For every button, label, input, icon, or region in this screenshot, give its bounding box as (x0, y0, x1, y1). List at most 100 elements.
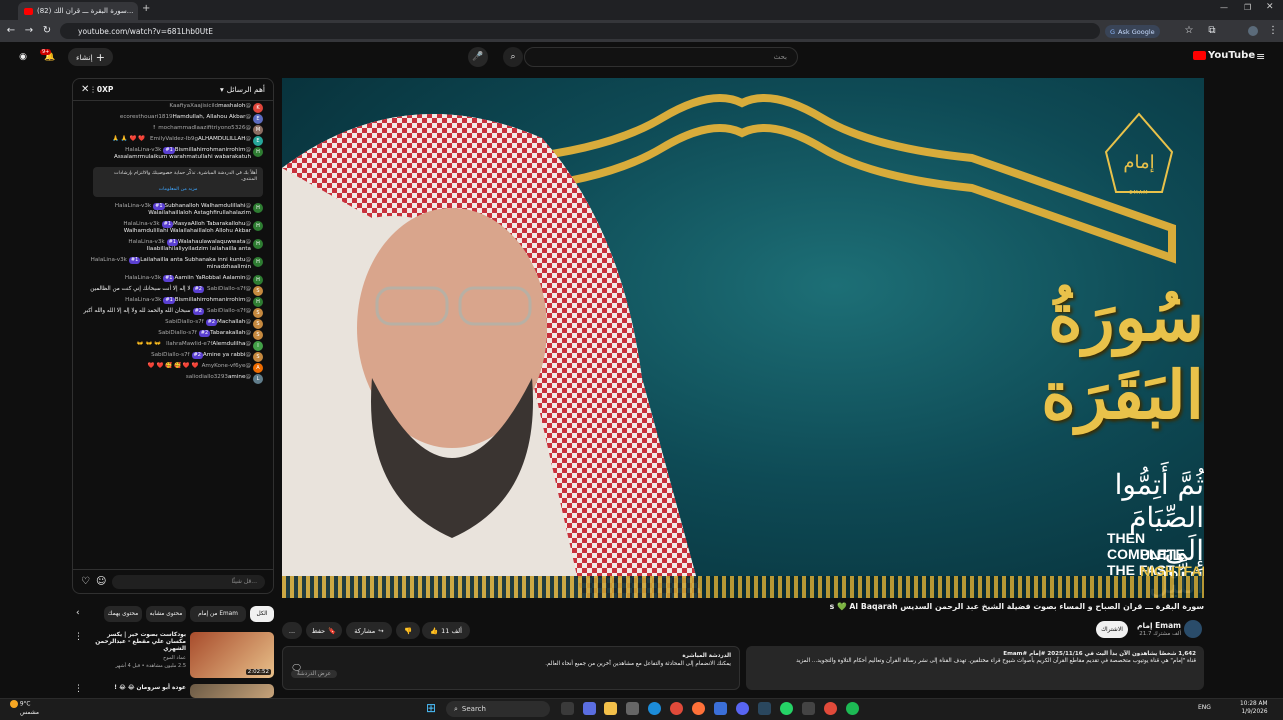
steam-icon[interactable] (758, 702, 771, 715)
chat-avatar[interactable]: H (253, 203, 263, 213)
firefox-icon[interactable] (692, 702, 705, 715)
whatsapp-icon[interactable] (780, 702, 793, 715)
related-thumbnail-2[interactable] (190, 684, 274, 698)
hamburger-menu-icon[interactable]: ≡ (1256, 50, 1265, 63)
chat-input[interactable]: قل شيئًا... (112, 574, 265, 589)
ask-google-button[interactable]: G Ask Google (1105, 25, 1160, 38)
notice-text: أهلاً بك في الدردشة المباشرة. تذكّر حماي… (114, 171, 257, 182)
chat-member-badge: #1 (163, 297, 175, 304)
chip-2[interactable]: من إمام Emam (190, 606, 246, 622)
close-window-button[interactable]: ✕ (1266, 2, 1274, 12)
chat-message: H @HalaLina-v3k#1 Walahaulawalaquwwata Ila… (73, 237, 273, 255)
chat-message: S @SabiDiallo-s7f#2 Machallah (73, 317, 273, 329)
chat-text: amine (227, 374, 246, 380)
thumbs-up-icon: 👍 (430, 626, 439, 635)
more-actions-button[interactable]: ... (282, 622, 302, 639)
browser-tab-bar: (82) سورة البقرة ـــ قران الك... + — ❐ ✕ (0, 0, 1283, 20)
url-text: youtube.com/watch?v=681Lhb0UtE (78, 26, 213, 36)
bookmark-star-icon[interactable]: ☆ (1182, 24, 1196, 38)
vpn-icon[interactable] (714, 702, 727, 715)
chat-avatar[interactable]: H (253, 147, 263, 157)
profile-avatar[interactable] (1248, 26, 1258, 36)
chat-avatar[interactable]: L (253, 374, 263, 384)
subscribe-button[interactable]: الاشتراك (1096, 621, 1128, 638)
chat-text: Hamdullah, Allahou Akbar (172, 114, 246, 120)
brand-name: إمام (1123, 152, 1155, 173)
create-button[interactable]: إنشاء + (68, 48, 113, 66)
reload-button[interactable]: ↻ (40, 24, 54, 38)
task-view-icon[interactable] (561, 702, 574, 715)
chat-author[interactable]: @mochammadlaazifitriyono5326 (158, 125, 251, 131)
chat-guidelines-notice: أهلاً بك في الدردشة المباشرة. تذكّر حماي… (93, 167, 263, 197)
maximize-button[interactable]: ❐ (1244, 3, 1251, 12)
system-clock[interactable]: 10:28 AM 1/9/2026 (1240, 700, 1268, 716)
chat-points-badge[interactable]: 0XP (97, 85, 114, 94)
search-button-icon[interactable]: ⌕ (503, 47, 523, 67)
chip-4[interactable]: محتوى يهمك (104, 606, 142, 622)
related-more-icon-2[interactable]: ⋮ (74, 684, 83, 694)
video-description[interactable]: 1,642 شخصًا يشاهدون الآن بدأ البث في 202… (746, 646, 1204, 690)
windows-start-icon[interactable]: ⊞ (426, 701, 436, 715)
related-meta-1: 2.5 مليون مشاهدة • قبل 4 أشهر (115, 663, 186, 669)
search-input[interactable]: بحث (524, 47, 798, 67)
chat-author[interactable]: @AmyKone-vf6ye (202, 363, 251, 369)
chat-more-icon[interactable]: ⋮ (89, 85, 97, 94)
chat-text: Amine ya rabbi (202, 352, 246, 358)
share-label: مشاركة (354, 626, 376, 635)
account-icon[interactable]: ◉ (16, 50, 30, 64)
chat-avatar[interactable]: H (253, 239, 263, 249)
address-bar[interactable]: youtube.com/watch?v=681Lhb0UtE (60, 23, 1100, 39)
related-title-2[interactable]: عودة أبو سرومان 😂 😂 ! (86, 685, 186, 692)
like-button[interactable]: 👍 11 ألف (422, 622, 470, 639)
back-button[interactable]: ← (4, 24, 18, 38)
settings-icon[interactable] (802, 702, 815, 715)
voice-search-microphone-icon[interactable]: 🎤 (468, 47, 488, 67)
edge-icon[interactable] (648, 702, 661, 715)
chat-bubble-icon: 🗨 (291, 664, 303, 674)
browser-tab[interactable]: (82) سورة البقرة ـــ قران الك... (18, 2, 138, 20)
chips-left-arrow-icon[interactable]: ‹ (76, 608, 80, 618)
related-thumbnail-1[interactable]: 2:02:52 (190, 632, 274, 678)
chat-mode-label[interactable]: أهم الرسائل (227, 85, 265, 94)
teams-icon[interactable] (583, 702, 596, 715)
spotify-icon[interactable] (846, 702, 859, 715)
youtube-logo[interactable]: YouTube (1193, 50, 1255, 61)
notice-learn-more-link[interactable]: مزيد من المعلومات (99, 187, 257, 193)
channel-avatar[interactable] (1184, 620, 1202, 638)
close-chat-icon[interactable]: ✕ (81, 84, 89, 95)
channel-name[interactable]: إمام Emam (1125, 621, 1181, 630)
language-indicator[interactable]: ENG (1198, 704, 1211, 711)
file-explorer-icon[interactable] (604, 702, 617, 715)
video-player[interactable]: سُورَةُ البَقَرَة ثُمَّ أَتِمُّوا الصِّي… (282, 78, 1204, 598)
forward-button[interactable]: → (22, 24, 36, 38)
weather-widget[interactable]: 9°C مشمس (10, 700, 39, 717)
save-button[interactable]: حفظ 🔖 (306, 622, 342, 639)
related-more-icon-1[interactable]: ⋮ (74, 632, 83, 642)
share-button[interactable]: مشاركة ↪ (346, 622, 392, 639)
thumbs-down-icon: 👎 (403, 626, 413, 635)
extensions-icon[interactable]: ⧉ (1205, 24, 1219, 38)
related-title-1[interactable]: بودكاست بصوت خبر | يكسر مكسان علي مقطع -… (86, 632, 186, 653)
tab-title: (82) سورة البقرة ـــ قران الك... (37, 7, 134, 15)
chat-author[interactable]: @SabiDiallo-s7f (207, 286, 251, 292)
chat-member-badge: #1 (166, 239, 179, 246)
chat-avatar[interactable]: H (253, 221, 263, 231)
new-tab-button[interactable]: + (142, 3, 150, 14)
chevron-down-icon[interactable]: ▾ (220, 85, 224, 94)
minimize-button[interactable]: — (1220, 3, 1228, 12)
emoji-icon[interactable]: ☺ (96, 576, 106, 587)
chip-3[interactable]: محتوى مشابه (146, 606, 186, 622)
discord-icon[interactable] (736, 702, 749, 715)
brand-small-text: EMAM (1129, 190, 1149, 196)
chrome-icon[interactable] (670, 702, 683, 715)
browser-icon[interactable] (824, 702, 837, 715)
heart-icon[interactable]: ♡ (81, 576, 90, 587)
chat-avatar[interactable]: H (253, 257, 263, 267)
browser-menu-icon[interactable]: ⋮ (1266, 24, 1280, 38)
chat-author[interactable]: @SabiDiallo-s7f (207, 308, 251, 314)
dislike-button[interactable]: 👎 (396, 622, 420, 639)
notifications-badge: 9+ (40, 49, 52, 55)
taskbar-search[interactable]: ⌕ Search (446, 701, 550, 717)
chip-all[interactable]: الكل (250, 606, 274, 622)
app-icon[interactable] (626, 702, 639, 715)
